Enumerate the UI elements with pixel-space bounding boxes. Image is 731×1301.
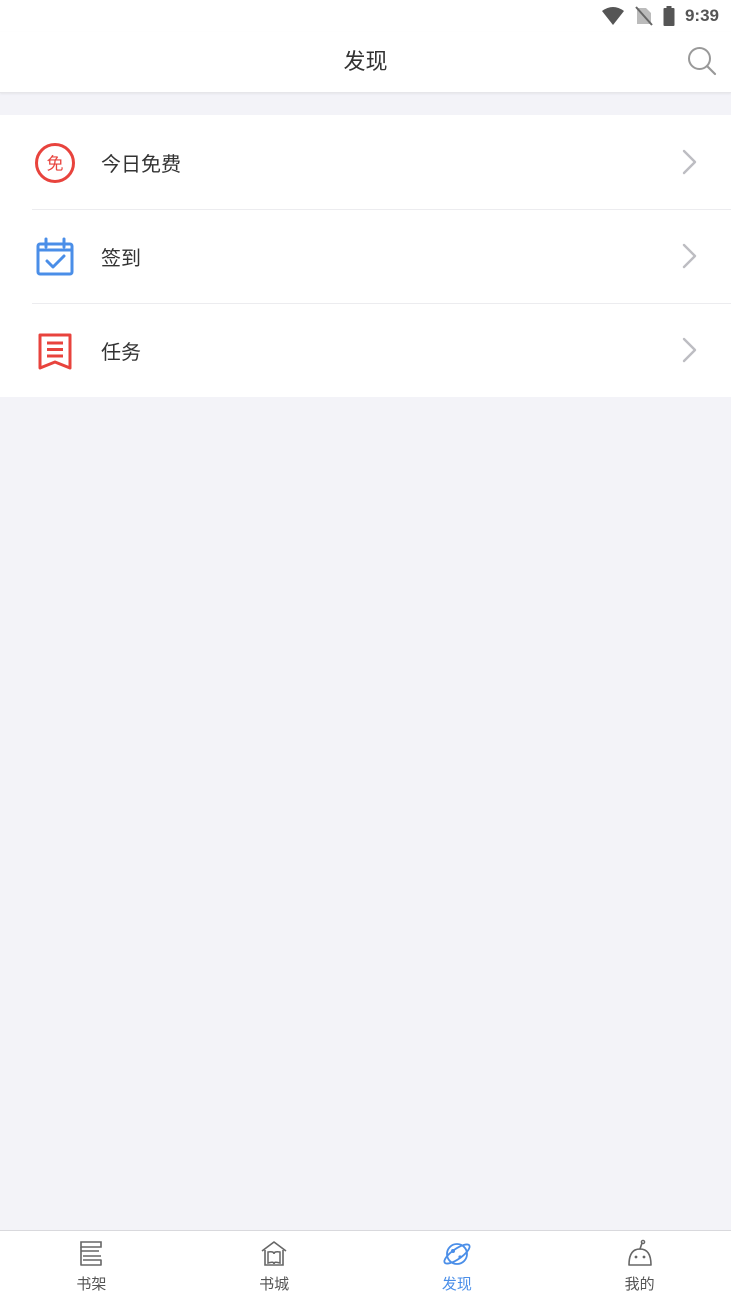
tab-label: 书架 <box>76 1275 107 1293</box>
no-sim-icon <box>635 6 653 26</box>
free-badge-icon: 免 <box>34 142 76 184</box>
menu-item-tasks[interactable]: 任务 <box>0 303 731 397</box>
chevron-right-icon <box>682 337 697 363</box>
wifi-icon <box>601 7 624 25</box>
profile-icon <box>627 1239 652 1266</box>
tab-label: 我的 <box>624 1275 655 1293</box>
menu-item-free-today[interactable]: 免 今日免费 <box>0 115 731 209</box>
chevron-right-icon <box>682 243 697 269</box>
task-list-icon <box>34 330 76 372</box>
tab-label: 发现 <box>441 1275 472 1293</box>
calendar-check-icon <box>34 236 76 278</box>
tab-bookshelf[interactable]: 书架 <box>0 1231 183 1301</box>
tab-label: 书城 <box>259 1275 290 1293</box>
bookstore-icon <box>261 1241 287 1266</box>
app-header: 发现 <box>0 32 731 93</box>
status-bar: 9:39 <box>0 0 731 32</box>
search-icon <box>688 47 717 76</box>
free-badge-text: 免 <box>47 155 64 175</box>
discover-menu: 免 今日免费 签到 任务 <box>0 115 731 397</box>
battery-icon <box>663 6 675 26</box>
tab-bookstore[interactable]: 书城 <box>183 1231 366 1301</box>
menu-item-label: 签到 <box>101 245 141 270</box>
status-time: 9:39 <box>684 6 719 25</box>
bookshelf-icon <box>80 1241 103 1266</box>
menu-item-checkin[interactable]: 签到 <box>0 209 731 303</box>
chevron-right-icon <box>682 149 697 175</box>
search-button[interactable] <box>685 44 719 78</box>
planet-icon <box>443 1243 471 1265</box>
tab-profile[interactable]: 我的 <box>548 1231 731 1301</box>
page-title: 发现 <box>343 50 388 75</box>
bottom-tab-bar: 书架 书城 发现 我的 <box>0 1230 731 1301</box>
menu-item-label: 任务 <box>101 339 141 364</box>
tab-discover[interactable]: 发现 <box>366 1231 549 1301</box>
menu-item-label: 今日免费 <box>101 151 181 176</box>
